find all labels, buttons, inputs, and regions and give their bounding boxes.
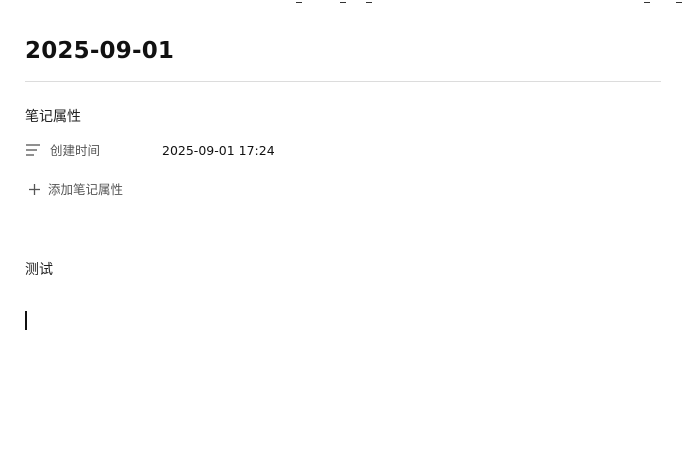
note-body-paragraph[interactable]: 测试 [25, 259, 53, 279]
title-divider [25, 81, 661, 82]
property-label: 创建时间 [50, 143, 101, 158]
add-property-label: 添加笔记属性 [48, 182, 124, 197]
text-cursor [25, 311, 27, 330]
toolbar-fragment [644, 0, 650, 3]
toolbar-fragment [296, 0, 302, 3]
text-lines-icon [25, 143, 41, 157]
toolbar-fragment [340, 0, 346, 3]
note-editor: 2025-09-01 笔记属性 创建时间 2025-09-01 17:24 添加… [0, 0, 690, 474]
property-value[interactable]: 2025-09-01 17:24 [162, 143, 275, 158]
clipped-top-toolbar [0, 0, 690, 6]
add-property-button[interactable]: 添加笔记属性 [28, 178, 148, 198]
note-title[interactable]: 2025-09-01 [25, 38, 174, 64]
plus-icon [28, 181, 41, 195]
toolbar-fragment [366, 0, 372, 3]
property-row-created-time[interactable]: 创建时间 2025-09-01 17:24 [25, 139, 525, 161]
properties-heading: 笔记属性 [25, 109, 81, 125]
toolbar-fragment [676, 0, 682, 3]
